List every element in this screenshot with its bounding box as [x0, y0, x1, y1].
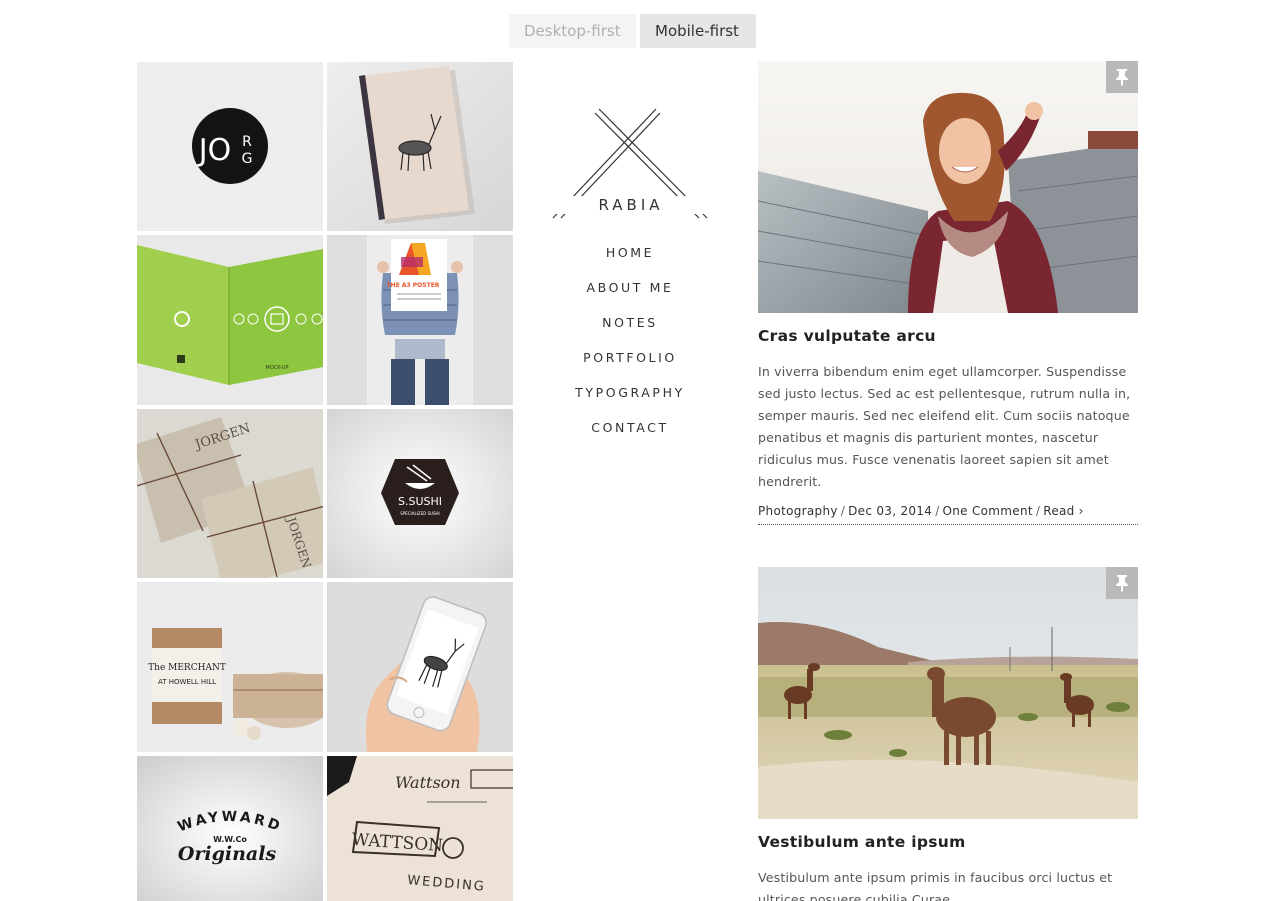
post-meta: Photography / Dec 03, 2014/One Comment / Rea…: [758, 504, 1138, 525]
pin-icon[interactable]: [1106, 61, 1138, 93]
desktop-first-button[interactable]: Desktop-first: [509, 14, 636, 48]
phone-mockup-tile[interactable]: [327, 582, 513, 752]
brochure-label: MOCK-UP: [266, 365, 289, 371]
wattson-script: Wattson: [395, 773, 461, 792]
merchant-label: The MERCHANT: [148, 663, 226, 673]
layout-toggle: Desktop-first Mobile-first: [509, 14, 756, 48]
post-card: Vestibulum ante ipsum Vestibulum ante ip…: [758, 567, 1138, 901]
brand-name[interactable]: RABIA: [552, 196, 710, 214]
svg-text:JO: JO: [197, 133, 231, 168]
sushi-label: S.SUSHI: [398, 495, 442, 508]
post-image-woman[interactable]: [758, 61, 1138, 313]
sushi-logo-tile[interactable]: S.SUSHI SPECIALIZED SUSHI: [327, 409, 513, 578]
post-image-llamas[interactable]: [758, 567, 1138, 819]
nav-item-notes[interactable]: NOTES: [540, 314, 720, 349]
post-title[interactable]: Vestibulum ante ipsum: [758, 833, 1138, 851]
poster-label: THE A3 POSTER: [387, 282, 440, 289]
svg-text:G: G: [242, 151, 253, 167]
post-card: Cras vulputate arcu In viverra bibendum …: [758, 61, 1138, 525]
deer-notebook-tile[interactable]: [327, 62, 513, 231]
nav-item-about-me[interactable]: ABOUT ME: [540, 279, 720, 314]
sushi-sublabel: SPECIALIZED SUSHI: [400, 511, 439, 516]
post-date: Dec 03, 2014: [848, 504, 933, 518]
post-read-link[interactable]: Read ›: [1043, 504, 1084, 518]
post-comments-link[interactable]: One Comment: [943, 504, 1033, 518]
merchant-sublabel: AT HOWELL HILL: [158, 678, 216, 686]
post-excerpt: Vestibulum ante ipsum primis in faucibus…: [758, 870, 1113, 901]
nav-item-typography[interactable]: TYPOGRAPHY: [540, 384, 720, 419]
poster-tile[interactable]: THE A3 POSTER: [327, 235, 513, 405]
post-category-link[interactable]: Photography: [758, 504, 838, 518]
wayward-script: Originals: [178, 843, 277, 865]
nav-item-home[interactable]: HOME: [540, 244, 720, 279]
svg-text:R: R: [242, 134, 252, 150]
jorg-logo-tile[interactable]: JO R G: [137, 62, 323, 231]
merchant-box-tile[interactable]: The MERCHANT AT HOWELL HILL: [137, 582, 323, 752]
mobile-first-button[interactable]: Mobile-first: [640, 14, 756, 48]
nav-item-portfolio[interactable]: PORTFOLIO: [540, 349, 720, 384]
nav-item-contact[interactable]: CONTACT: [540, 419, 720, 454]
post-excerpt: In viverra bibendum enim eget ullamcorpe…: [758, 364, 1131, 489]
main-nav: HOME ABOUT ME NOTES PORTFOLIO TYPOGRAPHY…: [540, 244, 720, 454]
wayward-logo-tile[interactable]: WAYWARD W.W.Co Originals: [137, 756, 323, 901]
post-title[interactable]: Cras vulputate arcu: [758, 327, 1138, 345]
jorgen-packages-tile[interactable]: JORGEN JORGEN: [137, 409, 323, 578]
portfolio-grid: JO R G MOCK-UP THE A3 POSTER JORGEN JORG…: [137, 62, 513, 901]
pin-icon[interactable]: [1106, 567, 1138, 599]
green-brochure-tile[interactable]: MOCK-UP: [137, 235, 323, 405]
wattson-sketch-tile[interactable]: Wattson WATTSON WEDDING: [327, 756, 513, 901]
